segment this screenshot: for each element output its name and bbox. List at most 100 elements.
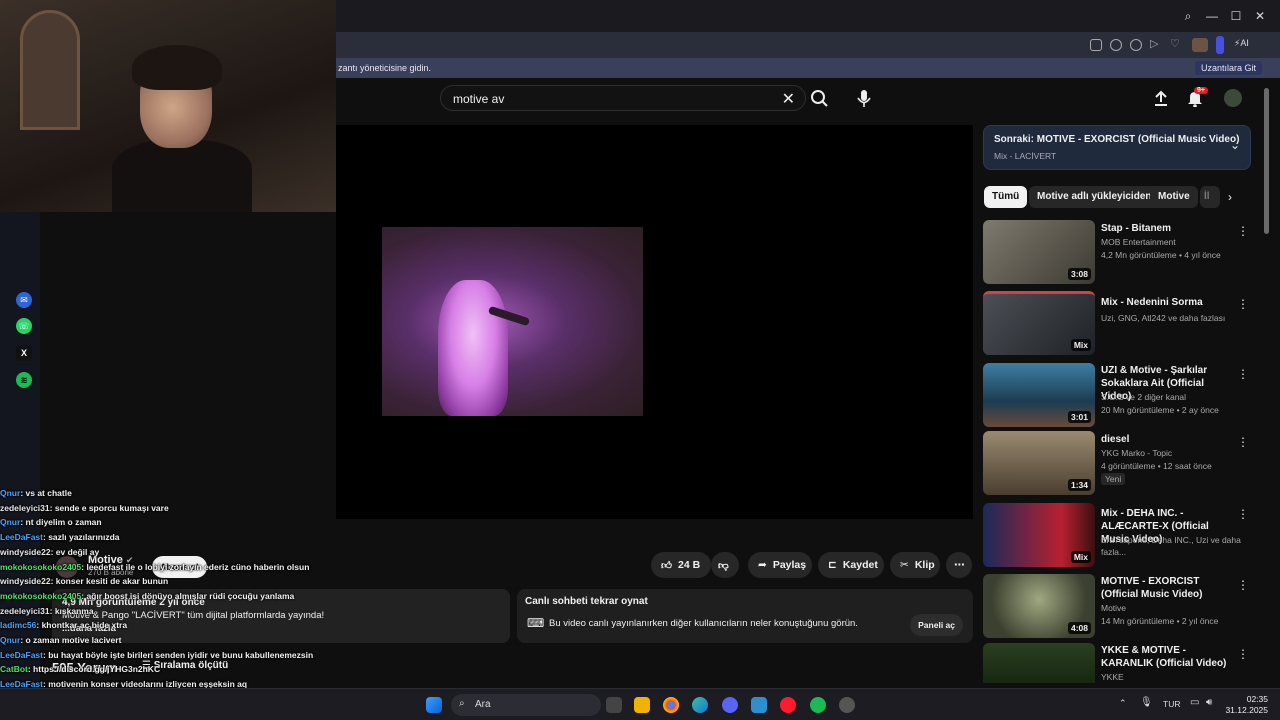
save-button[interactable]: ⊏ Kaydet — [818, 552, 884, 578]
chat-message: Qnur: nt diyelim o zaman — [0, 515, 320, 530]
chip-from-motive[interactable]: Motive adlı yükleyiciden — [1029, 186, 1160, 208]
recommendation-item[interactable]: Mix Mix - DEHA INC. - ALÆCARTE-X (Offici… — [983, 503, 1251, 567]
maximize-icon[interactable]: ☐ — [1228, 8, 1244, 24]
ai-button[interactable]: ⚡AI — [1234, 38, 1249, 49]
recommendation-channel[interactable]: YKG Marko - Topic — [1101, 447, 1241, 459]
more-options-icon[interactable]: ⋮ — [1237, 507, 1249, 521]
messenger-icon[interactable]: ✉ — [16, 292, 32, 308]
recommendation-item[interactable]: 1:34 diesel YKG Marko - Topic 4 görüntül… — [983, 431, 1251, 495]
app-icon[interactable] — [839, 697, 855, 713]
recommendation-title[interactable]: Stap - Bitanem — [1101, 222, 1233, 235]
system-clock[interactable]: 02:35 31.12.2025 — [1225, 694, 1268, 716]
chat-username: windyside22 — [0, 546, 51, 557]
more-options-icon[interactable]: ⋮ — [1237, 367, 1249, 381]
recommendation-channel[interactable]: Uzi, GNG, Atl242 ve daha fazlası — [1101, 312, 1241, 324]
chip-motive[interactable]: Motive — [1150, 186, 1198, 208]
whatsapp-icon[interactable]: ☏ — [16, 318, 32, 334]
chat-text: : nt diyelim o zaman — [20, 517, 102, 528]
more-actions-button[interactable]: ⋯ — [946, 552, 972, 578]
chip-all[interactable]: Tümü — [984, 186, 1028, 208]
recommendation-title[interactable]: YKKE & MOTIVE - KARANLIK (Official Video… — [1101, 644, 1233, 670]
edge-icon[interactable] — [692, 697, 708, 713]
more-options-icon[interactable]: ⋮ — [1237, 578, 1249, 592]
chip-related[interactable]: İl — [1200, 186, 1220, 208]
clear-search-icon[interactable]: ✕ — [782, 89, 795, 109]
more-options-icon[interactable]: ⋮ — [1237, 647, 1249, 661]
shield-icon[interactable] — [1130, 39, 1142, 51]
spotify-taskbar-icon[interactable] — [810, 697, 826, 713]
recommendation-item[interactable]: 4:08 MOTIVE - EXORCIST (Official Music V… — [983, 574, 1251, 638]
video-thumbnail[interactable]: 3:01 — [983, 363, 1095, 427]
recommendation-channel[interactable]: Motive — [1101, 602, 1241, 614]
recommendation-channel[interactable]: YKKE — [1101, 671, 1241, 683]
dislike-button[interactable]: 👎︎ — [711, 552, 739, 578]
chat-username: ladimc56 — [0, 620, 37, 631]
chevron-right-icon[interactable]: › — [1228, 190, 1232, 204]
taskbar-search[interactable]: ⌕ Ara — [451, 694, 601, 716]
edit-icon[interactable] — [1090, 39, 1102, 51]
volume-icon[interactable]: 🔊︎ — [1206, 697, 1212, 708]
recommendation-channel[interactable]: Era7capone, Deha INC., Uzi ve daha fazla… — [1101, 534, 1241, 558]
recommendation-title[interactable]: MOTIVE - EXORCIST (Official Music Video) — [1101, 575, 1233, 601]
recommendation-item[interactable]: YKKE & MOTIVE - KARANLIK (Official Video… — [983, 643, 1251, 683]
discord-icon[interactable] — [722, 697, 738, 713]
thumbs-down-icon: 👎︎ — [718, 559, 729, 572]
video-thumbnail[interactable]: Mix — [983, 503, 1095, 567]
close-window-icon[interactable]: ✕ — [1252, 8, 1268, 24]
recommendation-channel[interactable]: MOB Entertainment — [1101, 236, 1241, 248]
notifications-button[interactable]: 9+ — [1186, 87, 1210, 109]
minimize-icon[interactable]: — — [1204, 8, 1220, 24]
search-tabs-icon[interactable]: ⌕ — [1180, 8, 1196, 24]
webcam-window-frame — [20, 10, 80, 130]
microphone-tray-icon[interactable]: 🎙︎ — [1140, 697, 1153, 708]
like-button[interactable]: 👍︎ 24 B — [651, 552, 711, 578]
language-indicator[interactable]: TUR — [1163, 699, 1180, 709]
task-view-icon[interactable] — [606, 697, 622, 713]
app-icon[interactable] — [751, 697, 767, 713]
more-icon: ⋯ — [954, 559, 965, 571]
webcam-person-body — [112, 140, 252, 212]
profile-avatar[interactable] — [1192, 38, 1208, 52]
chrome-icon[interactable] — [663, 697, 679, 713]
page-scrollbar[interactable] — [1264, 88, 1269, 234]
network-icon[interactable]: ▭ — [1190, 697, 1199, 708]
extensions-button[interactable]: Uzantılara Git — [1194, 61, 1262, 75]
search-box[interactable]: motive av ✕ — [440, 85, 806, 111]
more-options-icon[interactable]: ⋮ — [1237, 297, 1249, 311]
recommendation-meta: 20 Mn görüntüleme • 2 ay önce — [1101, 405, 1219, 415]
search-button[interactable] — [806, 85, 834, 111]
clip-button[interactable]: ✂ Klip — [890, 552, 940, 578]
video-thumbnail[interactable]: Mix — [983, 291, 1095, 355]
tray-chevron-icon[interactable]: ⌃ — [1119, 698, 1127, 709]
share-button[interactable]: ➦ Paylaş — [748, 552, 812, 578]
play-icon[interactable]: ▷ — [1150, 37, 1162, 50]
heart-icon[interactable]: ♡ — [1170, 37, 1182, 50]
more-options-icon[interactable]: ⋮ — [1237, 224, 1249, 238]
account-avatar[interactable] — [1224, 89, 1242, 107]
recommendation-item[interactable]: 3:08 Stap - Bitanem MOB Entertainment 4,… — [983, 220, 1251, 284]
upload-icon[interactable] — [1152, 89, 1170, 112]
recommendation-item[interactable]: 3:01 UZI & Motive - Şarkılar Sokaklara A… — [983, 363, 1251, 427]
recommendation-title[interactable]: Mix - Nedenini Sorma — [1101, 296, 1233, 309]
spotify-icon[interactable]: ≋ — [16, 372, 32, 388]
voice-search-button[interactable] — [850, 85, 878, 111]
x-icon[interactable]: X — [16, 345, 32, 361]
sidebar-toggle[interactable] — [1216, 36, 1224, 54]
more-options-icon[interactable]: ⋮ — [1237, 435, 1249, 449]
recommendation-channel[interactable]: S.O.S ve 2 diğer kanal — [1101, 391, 1241, 403]
recommendation-title[interactable]: diesel — [1101, 433, 1233, 446]
scissors-icon: ✂ — [900, 559, 909, 571]
up-next-card[interactable]: Sonraki: MOTIVE - EXORCIST (Official Mus… — [983, 125, 1251, 170]
video-thumbnail[interactable]: 4:08 — [983, 574, 1095, 638]
search-input[interactable]: motive av — [453, 92, 504, 106]
video-thumbnail[interactable]: 3:08 — [983, 220, 1095, 284]
opera-icon[interactable] — [780, 697, 796, 713]
video-thumbnail[interactable] — [983, 643, 1095, 683]
chevron-down-icon[interactable]: ⌄ — [1230, 138, 1240, 152]
file-explorer-icon[interactable] — [634, 697, 650, 713]
video-thumbnail[interactable]: 1:34 — [983, 431, 1095, 495]
start-icon[interactable] — [426, 697, 442, 713]
camera-icon[interactable] — [1110, 39, 1122, 51]
recommendation-item[interactable]: Mix Mix - Nedenini Sorma Uzi, GNG, Atl24… — [983, 291, 1251, 355]
open-panel-button[interactable]: Paneli aç — [910, 614, 963, 636]
